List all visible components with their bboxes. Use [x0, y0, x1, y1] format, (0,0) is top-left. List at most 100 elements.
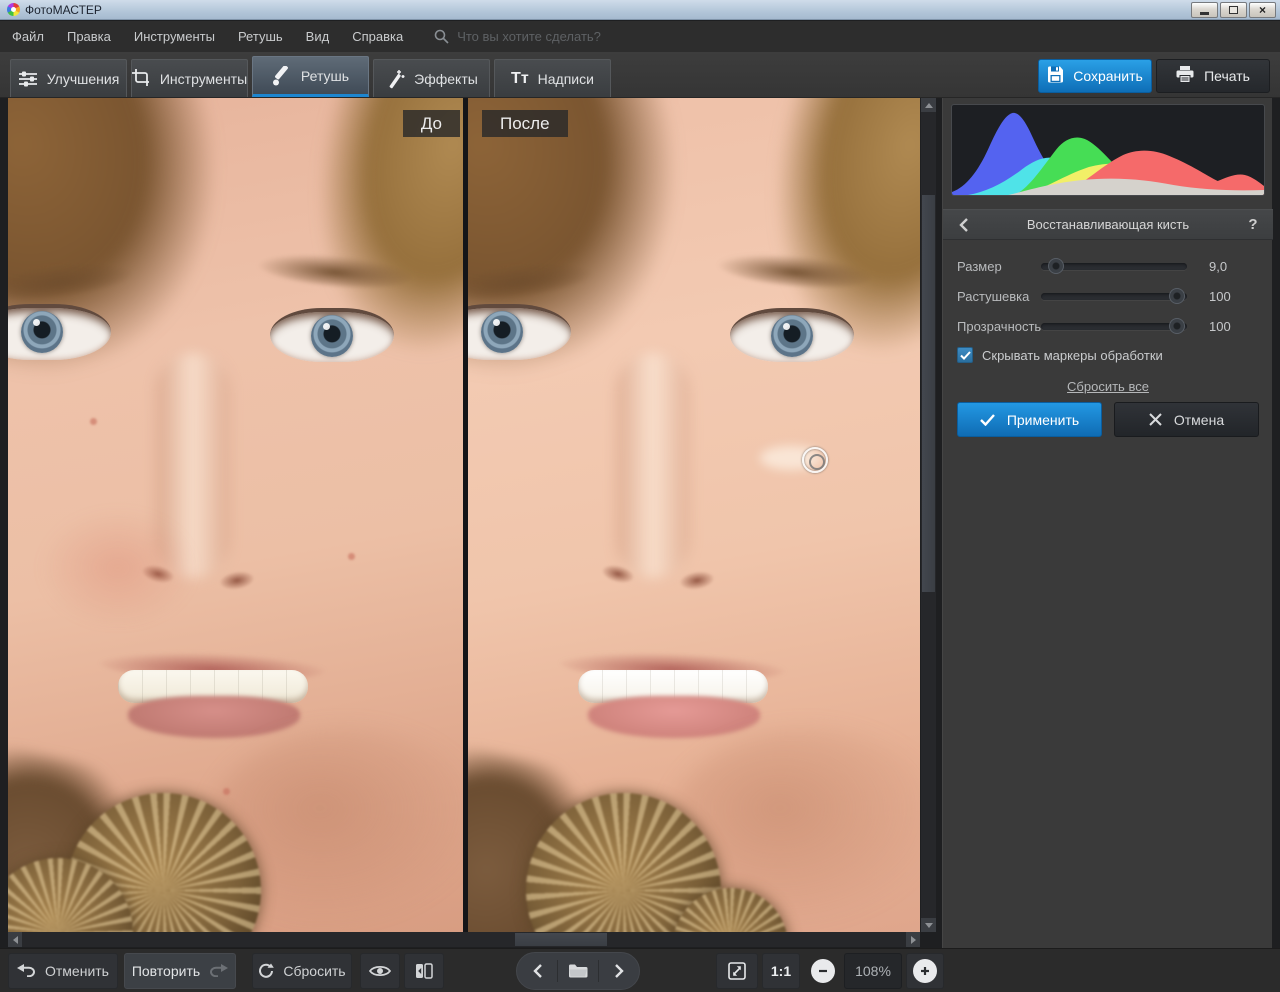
apply-button[interactable]: Применить — [957, 402, 1102, 437]
restore-icon — [1229, 5, 1238, 14]
photo-after[interactable]: После — [468, 98, 920, 932]
minimize-icon — [1200, 11, 1209, 15]
reset-icon — [259, 963, 275, 978]
before-after-toggle-button[interactable] — [404, 952, 444, 989]
opacity-slider-thumb[interactable] — [1169, 317, 1186, 334]
horizontal-scroll-thumb[interactable] — [515, 933, 607, 946]
title-bar: ФотоМАСТЕР × — [0, 0, 1280, 20]
back-button[interactable] — [943, 217, 983, 232]
size-slider-thumb[interactable] — [1048, 257, 1065, 274]
scroll-left-button[interactable] — [8, 932, 22, 947]
menu-help[interactable]: Справка — [352, 29, 403, 44]
photo-navigator — [516, 951, 640, 990]
slider-size: Размер 9,0 — [943, 256, 1273, 276]
size-slider[interactable] — [1041, 257, 1187, 274]
app-window: ФотоМАСТЕР × Файл Правка Инструменты Рет… — [0, 0, 1280, 992]
menu-bar: Файл Правка Инструменты Ретушь Вид Справ… — [0, 21, 1280, 52]
menu-retouch[interactable]: Ретушь — [238, 29, 283, 44]
window-title: ФотоМАСТЕР — [25, 2, 102, 17]
before-label: До — [402, 110, 460, 137]
quick-search[interactable] — [434, 29, 678, 44]
slider-opacity: Прозрачность 100 — [943, 316, 1273, 336]
feather-slider-thumb[interactable] — [1169, 287, 1186, 304]
vertical-scrollbar[interactable] — [921, 98, 936, 932]
scroll-down-button[interactable] — [921, 918, 936, 932]
help-button[interactable]: ? — [1233, 216, 1273, 233]
close-button[interactable]: × — [1249, 1, 1276, 18]
scroll-right-button[interactable] — [906, 932, 920, 947]
menu-file[interactable]: Файл — [12, 29, 44, 44]
healing-brush-marker[interactable] — [802, 447, 828, 473]
search-input[interactable] — [457, 29, 678, 44]
close-icon: × — [1258, 2, 1266, 17]
feather-slider[interactable] — [1041, 287, 1187, 304]
cancel-button[interactable]: Отмена — [1114, 402, 1259, 437]
fit-to-screen-button[interactable] — [716, 952, 758, 989]
arrow-left-icon — [12, 935, 18, 944]
photo-blemish — [223, 788, 230, 795]
search-icon — [434, 29, 449, 44]
zoom-out-button[interactable] — [804, 953, 842, 989]
slider-value: 100 — [1209, 288, 1231, 304]
photo-before[interactable]: До — [8, 98, 463, 932]
printer-icon — [1176, 66, 1194, 86]
save-button[interactable]: Сохранить — [1038, 59, 1152, 93]
print-button[interactable]: Печать — [1156, 59, 1270, 93]
redo-button[interactable]: Повторить — [124, 952, 236, 989]
redo-label: Повторить — [131, 962, 201, 979]
scroll-up-button[interactable] — [921, 98, 936, 112]
photo-blush — [38, 508, 198, 628]
save-label: Сохранить — [1073, 68, 1143, 84]
photo-canvas[interactable]: До После — [8, 98, 920, 932]
photo-nose — [616, 353, 690, 578]
expand-icon — [728, 961, 746, 980]
slider-label: Прозрачность — [957, 318, 1042, 334]
workspace: До После Восстанавливающая кисть ? Разме… — [0, 98, 1280, 948]
menu-edit[interactable]: Правка — [67, 29, 111, 44]
tab-captions[interactable]: Tт Надписи — [494, 59, 611, 97]
photo-eye — [270, 308, 394, 362]
app-logo-icon — [7, 3, 20, 16]
vertical-scroll-thumb[interactable] — [922, 195, 935, 592]
next-photo-button[interactable] — [604, 963, 634, 978]
bottom-toolbar: Отменить Повторить Сбросить 1:1 108% — [0, 948, 1280, 992]
menu-tools[interactable]: Инструменты — [134, 29, 215, 44]
tab-enhancements[interactable]: Улучшения — [10, 59, 127, 97]
divider — [557, 959, 558, 982]
slider-value: 9,0 — [1209, 258, 1228, 274]
tab-tools[interactable]: Инструменты — [131, 59, 248, 97]
menu-view[interactable]: Вид — [306, 29, 330, 44]
reset-all-wrap: Сбросить все — [943, 378, 1273, 396]
tab-retouch[interactable]: Ретушь — [252, 56, 369, 97]
text-icon: Tт — [511, 69, 529, 87]
open-folder-button[interactable] — [563, 963, 593, 979]
check-icon — [979, 413, 995, 426]
tab-effects[interactable]: Эффекты — [373, 59, 490, 97]
divider — [598, 959, 599, 982]
undo-label: Отменить — [45, 962, 109, 979]
reset-all-link[interactable]: Сбросить все — [1067, 379, 1149, 394]
magic-wand-icon — [385, 69, 405, 89]
previous-photo-button[interactable] — [522, 963, 552, 978]
undo-icon — [17, 964, 35, 977]
horizontal-scrollbar[interactable] — [8, 932, 920, 947]
slider-label: Размер — [957, 258, 1002, 274]
hide-markers-option[interactable]: Скрывать маркеры обработки — [957, 347, 1163, 363]
zoom-one-to-one-button[interactable]: 1:1 — [762, 952, 800, 989]
preview-original-button[interactable] — [360, 952, 400, 989]
undo-button[interactable]: Отменить — [8, 952, 118, 989]
slider-label: Растушевка — [957, 288, 1030, 304]
split-view-icon — [416, 962, 433, 979]
reset-button[interactable]: Сбросить — [252, 952, 352, 989]
sliders-icon — [18, 70, 38, 88]
tab-label: Надписи — [537, 70, 594, 87]
print-label: Печать — [1204, 68, 1250, 84]
tool-title: Восстанавливающая кисть — [1026, 217, 1190, 232]
checkbox-checked-icon[interactable] — [957, 347, 973, 363]
tab-bar: Улучшения Инструменты Ретушь Эффекты Tт … — [0, 52, 1280, 98]
after-label: После — [482, 110, 568, 137]
minimize-button[interactable] — [1191, 1, 1218, 18]
restore-button[interactable] — [1220, 1, 1247, 18]
zoom-in-button[interactable] — [906, 952, 944, 989]
opacity-slider[interactable] — [1041, 317, 1187, 334]
